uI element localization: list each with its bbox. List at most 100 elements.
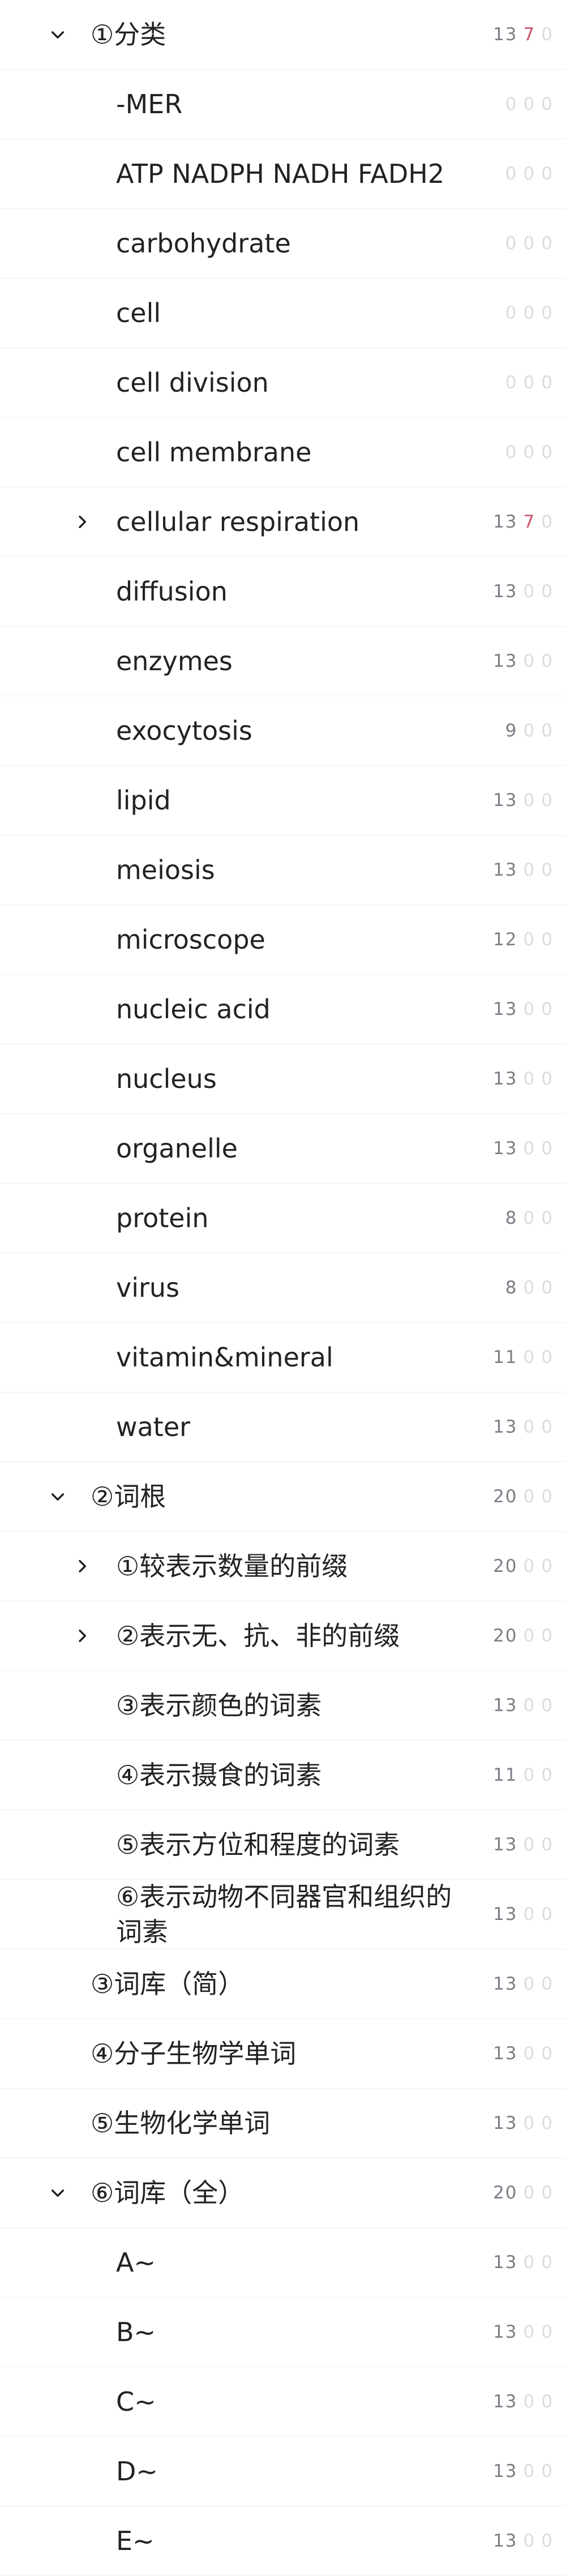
new-count: 0 [505,164,518,184]
deck-row[interactable]: ②表示无、抗、非的前缀 20 0 0 [0,1601,566,1671]
deck-row[interactable]: organelle 13 0 0 [0,1114,566,1184]
deck-row[interactable]: ⑥词库（全） 20 0 0 [0,2158,566,2228]
deck-counts: 12 0 0 [493,929,554,950]
deck-name: ⑥表示动物不同器官和组织的词素 [116,1881,452,1947]
deck-name: cell division [116,367,269,398]
learning-count: 0 [523,581,536,602]
chevron-right-icon[interactable] [71,511,93,533]
review-count: 0 [541,1486,554,1507]
learning-count: 0 [523,1626,536,1646]
deck-row[interactable]: exocytosis 9 0 0 [0,696,566,766]
deck-name: ⑤表示方位和程度的词素 [116,1829,400,1860]
learning-count: 0 [523,2531,536,2551]
learning-count: 0 [523,790,536,811]
deck-name: exocytosis [116,715,252,746]
new-count: 13 [493,1835,518,1855]
deck-row[interactable]: ⑤生物化学单词 13 0 0 [0,2089,566,2158]
deck-row[interactable]: protein 8 0 0 [0,1184,566,1253]
deck-counts: 000 [505,442,554,462]
new-count: 13 [493,581,518,602]
deck-row[interactable]: ③词库（简） 13 0 0 [0,1949,566,2019]
deck-row[interactable]: D~ 13 0 0 [0,2437,566,2506]
new-count: 13 [493,2461,518,2481]
deck-row[interactable]: meiosis 13 0 0 [0,835,566,905]
new-count: 11 [493,1765,518,1785]
deck-counts: 13 0 0 [493,1974,554,1994]
learning-count: 0 [523,2461,536,2481]
new-count: 0 [505,372,518,393]
deck-row[interactable]: ②词根 20 0 0 [0,1462,566,1532]
learning-count: 0 [523,1417,536,1437]
deck-name: organelle [116,1133,238,1164]
deck-name: ①较表示数量的前缀 [116,1551,348,1581]
learning-count: 0 [523,94,536,114]
deck-row[interactable]: lipid 13 0 0 [0,766,566,835]
deck-row[interactable]: carbohydrate 0 0 0 [0,209,566,278]
chevron-down-icon[interactable] [46,23,69,46]
deck-counts: 900 [505,721,554,741]
deck-counts: 13 0 0 [493,651,554,671]
new-count: 13 [493,860,518,880]
deck-counts: 13 0 0 [493,1417,554,1437]
deck-row[interactable]: E~ 13 0 0 [0,2506,566,2576]
chevron-down-icon[interactable] [46,2181,69,2204]
deck-row[interactable]: ③表示颜色的词素 13 0 0 [0,1671,566,1741]
deck-row[interactable]: C~ 13 0 0 [0,2367,566,2437]
deck-row[interactable]: nucleic acid 13 0 0 [0,975,566,1044]
review-count: 0 [541,1974,554,1994]
deck-row[interactable]: ④分子生物学单词 13 0 0 [0,2019,566,2089]
chevron-down-icon[interactable] [46,1485,69,1508]
new-count: 20 [493,2183,518,2203]
review-count: 0 [541,303,554,323]
learning-count: 0 [523,1765,536,1785]
deck-row[interactable]: ⑤表示方位和程度的词素 13 0 0 [0,1810,566,1880]
new-count: 0 [505,233,518,254]
deck-row[interactable]: cellular respiration 13 7 0 [0,487,566,557]
learning-count: 0 [523,2322,536,2342]
new-count: 8 [505,1208,518,1228]
review-count: 0 [541,512,554,532]
deck-name: cell [116,298,161,328]
deck-row[interactable]: nucleus 13 0 0 [0,1044,566,1114]
deck-row[interactable]: ⑥表示动物不同器官和组织的词素 13 0 0 [0,1880,566,1949]
new-count: 13 [493,2391,518,2412]
chevron-right-icon[interactable] [71,1625,93,1647]
new-count: 13 [493,790,518,811]
deck-row[interactable]: vitamin&mineral 11 0 0 [0,1323,566,1392]
deck-counts: 13 0 0 [493,2252,554,2273]
deck-name: ②词根 [91,1481,166,1512]
deck-row[interactable]: ④表示摄食的词素 11 0 0 [0,1741,566,1810]
deck-row[interactable]: ①较表示数量的前缀 20 0 0 [0,1532,566,1601]
review-count: 0 [541,94,554,114]
learning-count: 0 [523,2043,536,2064]
learning-count: 0 [523,372,536,393]
deck-row[interactable]: cell membrane 0 0 0 [0,418,566,487]
deck-name: ①分类 [91,19,166,50]
deck-row[interactable]: cell division 0 0 0 [0,348,566,418]
deck-row[interactable]: ATP NADPH NADH FADH2 0 0 0 [0,139,566,209]
new-count: 13 [493,2113,518,2133]
deck-counts: 13 7 0 [493,24,554,45]
review-count: 0 [541,1835,554,1855]
new-count: 13 [493,1974,518,1994]
learning-count: 7 [523,512,536,532]
review-count: 0 [541,442,554,462]
deck-counts: 800 [505,1278,554,1298]
deck-row[interactable]: cell 0 0 0 [0,278,566,348]
deck-row[interactable]: -MER 0 0 0 [0,70,566,139]
chevron-right-icon[interactable] [71,1555,93,1578]
learning-count: 0 [523,860,536,880]
new-count: 13 [493,2043,518,2064]
deck-name: protein [116,1203,209,1233]
learning-count: 0 [523,1069,536,1089]
learning-count: 0 [523,1138,536,1159]
learning-count: 0 [523,2183,536,2203]
deck-row[interactable]: microscope 12 0 0 [0,905,566,975]
deck-row[interactable]: B~ 13 0 0 [0,2298,566,2367]
deck-row[interactable]: diffusion 13 0 0 [0,557,566,627]
deck-row[interactable]: ①分类 13 7 0 [0,0,566,70]
deck-row[interactable]: virus 8 0 0 [0,1253,566,1323]
deck-row[interactable]: enzymes 13 0 0 [0,627,566,696]
deck-row[interactable]: A~ 13 0 0 [0,2228,566,2298]
deck-row[interactable]: water 13 0 0 [0,1392,566,1462]
